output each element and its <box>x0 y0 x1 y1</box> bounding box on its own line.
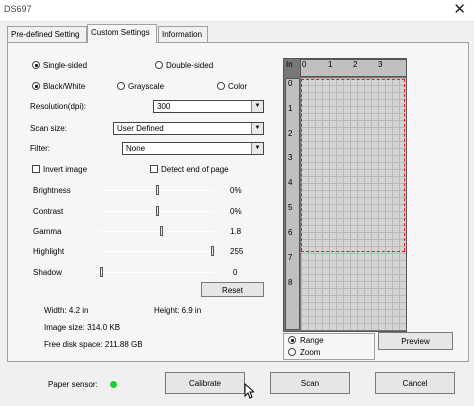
calibrate-button[interactable]: Calibrate <box>165 372 245 394</box>
tab-label: Information <box>162 30 203 39</box>
ruler-tick: 4 <box>288 178 293 187</box>
slider-label: Highlight <box>33 247 65 256</box>
black-white-label: Black/White <box>43 82 86 91</box>
scan-size-select[interactable]: User Defined ▼ <box>113 122 264 135</box>
shadow-slider[interactable] <box>100 272 214 273</box>
chevron-down-icon: ▼ <box>251 143 263 154</box>
tab-label: Pre-defined Setting <box>11 30 80 39</box>
window-title: DS697 <box>4 4 32 14</box>
paper-sensor-indicator <box>110 381 117 388</box>
ruler-tick: 2 <box>288 129 293 138</box>
scan-button[interactable]: Scan <box>270 372 350 394</box>
slider-label: Gamma <box>33 227 62 236</box>
tab-information[interactable]: Information <box>158 26 208 42</box>
slider-label: Contrast <box>33 207 64 216</box>
invert-image-checkbox[interactable] <box>32 165 40 173</box>
tab-custom-settings[interactable]: Custom Settings <box>87 24 157 43</box>
cancel-button[interactable]: Cancel <box>375 372 455 394</box>
slider-thumb[interactable] <box>155 185 159 195</box>
selection-left-edge[interactable] <box>301 79 302 251</box>
highlight-slider[interactable] <box>100 251 214 252</box>
selection-bottom-edge[interactable] <box>301 251 405 252</box>
invert-image-label: Invert image <box>43 165 88 174</box>
title-bar: DS697 ✕ <box>0 0 474 22</box>
ruler-tick: 7 <box>288 253 293 262</box>
ruler-tick: 1 <box>288 104 293 113</box>
selection-top-edge[interactable] <box>301 79 405 80</box>
double-sided-label: Double-sided <box>166 61 214 70</box>
single-sided-radio[interactable] <box>32 61 40 69</box>
free-disk-info: Free disk space: 211.88 GB <box>44 340 143 349</box>
ruler-tick: 0 <box>288 79 293 88</box>
chevron-down-icon: ▼ <box>251 123 263 134</box>
zoom-radio[interactable] <box>288 348 296 356</box>
grayscale-radio[interactable] <box>117 82 125 90</box>
scan-button-label: Scan <box>300 379 320 388</box>
filter-label: Filter: <box>30 144 50 153</box>
ruler-tick: 0 <box>302 60 307 69</box>
slider-label: Shadow <box>33 268 62 277</box>
reset-button[interactable]: Reset <box>201 282 264 297</box>
height-info: Height: 6.9 in <box>154 306 202 315</box>
filter-select[interactable]: None ▼ <box>122 142 264 155</box>
slider-value: 0% <box>230 186 242 195</box>
ruler-tick: 6 <box>288 228 293 237</box>
tab-label: Custom Settings <box>91 28 150 37</box>
color-radio[interactable] <box>217 82 225 90</box>
grayscale-label: Grayscale <box>128 82 165 91</box>
slider-thumb[interactable] <box>155 206 159 216</box>
resolution-label: Resolution(dpi): <box>30 102 87 111</box>
resolution-value: 300 <box>157 102 171 111</box>
selection-right-edge[interactable] <box>404 79 405 251</box>
ruler-tick: 8 <box>288 278 293 287</box>
black-white-radio[interactable] <box>32 82 40 90</box>
range-radio[interactable] <box>288 336 296 344</box>
preview-button-label: Preview <box>401 337 430 346</box>
image-size-info: Image size: 314.0 KB <box>44 323 121 332</box>
ruler-tick: 5 <box>288 203 293 212</box>
ruler-tick: 2 <box>353 60 358 69</box>
tab-pre-defined-setting[interactable]: Pre-defined Setting <box>7 26 87 42</box>
ruler-tick: 1 <box>328 60 333 69</box>
filter-value: None <box>126 144 146 153</box>
ruler-unit: In <box>286 60 293 69</box>
resolution-select[interactable]: 300 ▼ <box>153 100 264 113</box>
scan-preview-area[interactable] <box>301 78 406 330</box>
chevron-down-icon: ▼ <box>251 101 263 112</box>
paper-sensor-label: Paper sensor: <box>48 380 98 389</box>
zoom-label: Zoom <box>300 348 321 357</box>
gamma-slider[interactable] <box>100 231 214 232</box>
slider-value: 255 <box>230 247 244 256</box>
cancel-button-label: Cancel <box>402 379 428 388</box>
slider-value: 0 <box>233 268 238 277</box>
ruler-tick: 3 <box>378 60 383 69</box>
double-sided-radio[interactable] <box>155 61 163 69</box>
calibrate-button-label: Calibrate <box>188 379 221 388</box>
slider-thumb[interactable] <box>159 226 163 236</box>
width-info: Width: 4.2 in <box>44 306 89 315</box>
scan-size-label: Scan size: <box>30 124 67 133</box>
scan-size-value: User Defined <box>117 124 164 133</box>
preview-button[interactable]: Preview <box>378 332 453 350</box>
slider-value: 0% <box>230 207 242 216</box>
range-label: Range <box>300 336 324 345</box>
slider-thumb[interactable] <box>211 246 214 256</box>
slider-thumb[interactable] <box>100 267 103 277</box>
slider-label: Brightness <box>33 186 71 195</box>
preview-mode-group <box>283 333 375 360</box>
close-icon[interactable]: ✕ <box>453 1 466 19</box>
slider-value: 1.8 <box>230 227 242 236</box>
detect-end-label: Detect end of page <box>161 165 229 174</box>
ruler-tick: 3 <box>288 153 293 162</box>
single-sided-label: Single-sided <box>43 61 88 70</box>
mouse-cursor-icon <box>244 383 254 399</box>
color-label: Color <box>228 82 248 91</box>
detect-end-checkbox[interactable] <box>150 165 158 173</box>
reset-button-label: Reset <box>222 286 243 295</box>
